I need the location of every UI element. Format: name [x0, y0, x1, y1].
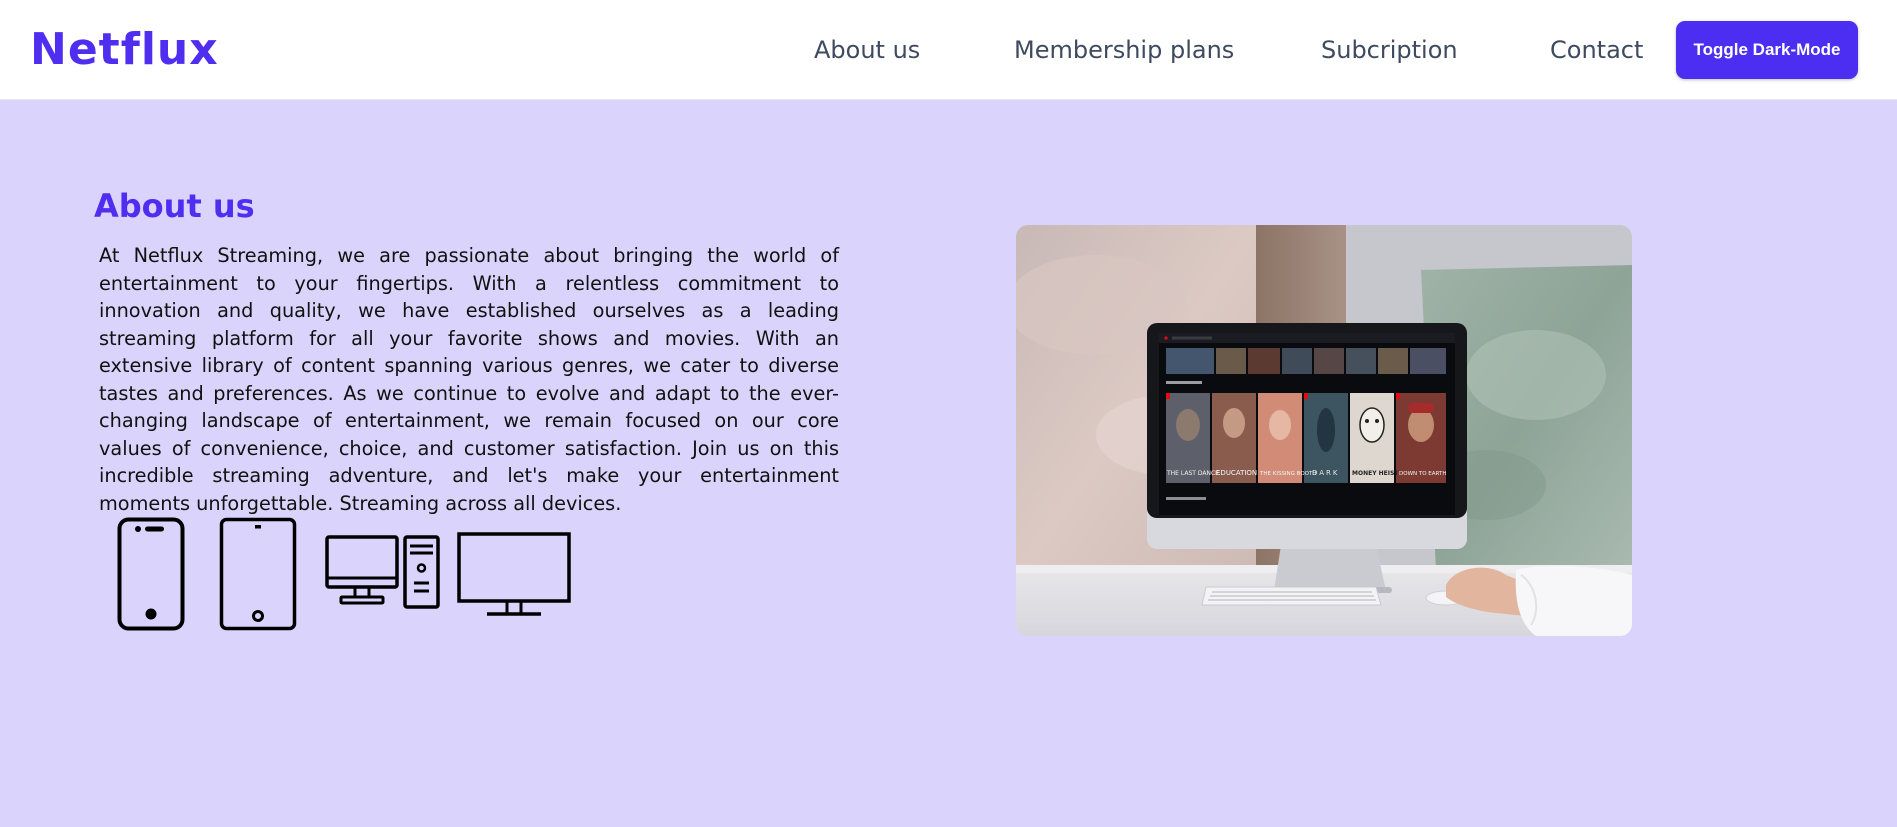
nav-membership-plans[interactable]: Membership plans	[1014, 34, 1234, 66]
poster-title: EDUCATION	[1216, 469, 1257, 477]
tablet-icon	[219, 517, 297, 631]
poster-title: THE LAST DANCE	[1166, 470, 1219, 477]
about-paragraph: At Netflux Streaming, we are passionate …	[99, 244, 839, 515]
nav-contact[interactable]: Contact	[1550, 34, 1643, 66]
television-icon	[457, 532, 571, 616]
desktop-computer-icon	[325, 535, 440, 609]
nav-subscription[interactable]: Subcription	[1321, 34, 1458, 66]
device-icons	[115, 515, 575, 635]
brand-logo[interactable]: Netflux	[30, 22, 219, 78]
poster-title: MONEY HEIST	[1352, 470, 1399, 477]
streaming-on-imac-photo: THE LAST DANCE EDUCATION THE KISSING BOO…	[1016, 225, 1632, 636]
about-section: About us At Netflux Streaming, we are pa…	[0, 100, 1897, 827]
site-header: Netflux About us Membership plans Subcri…	[0, 0, 1897, 100]
poster-title: DOWN TO EARTH	[1399, 471, 1446, 477]
poster-title: DARK	[1312, 469, 1340, 477]
poster-title: THE KISSING BOOTH	[1259, 471, 1317, 477]
toggle-dark-mode-button[interactable]: Toggle Dark-Mode	[1676, 21, 1858, 79]
nav-about-us[interactable]: About us	[814, 34, 920, 66]
smartphone-icon	[117, 517, 185, 631]
section-title: About us	[94, 187, 255, 225]
